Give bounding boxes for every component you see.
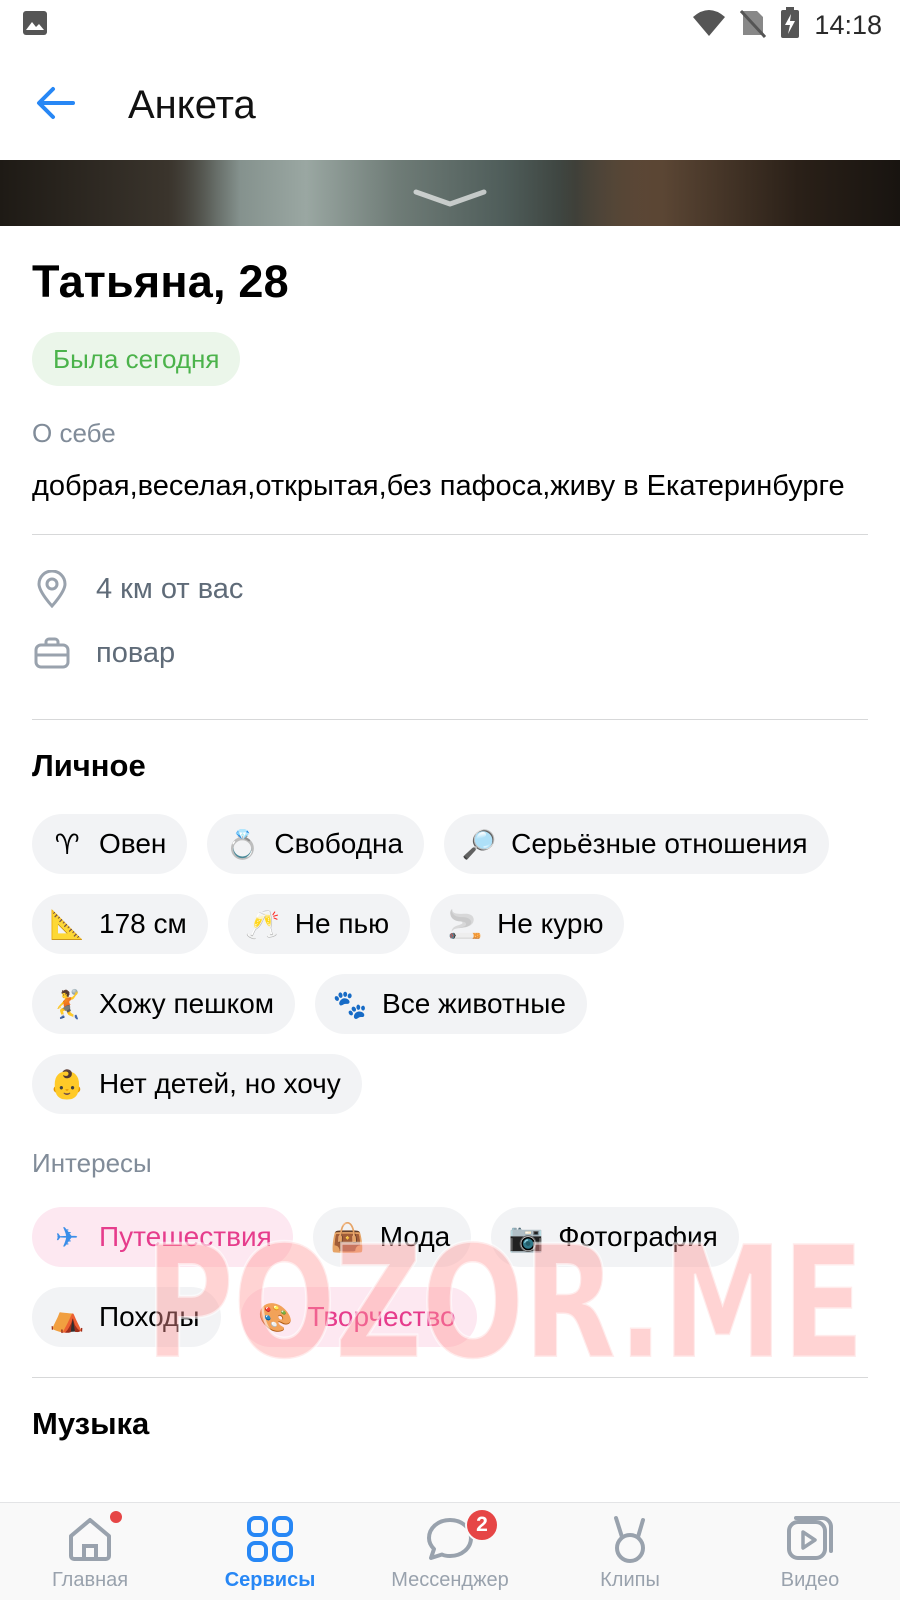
interest-chips: ✈ Путешествия 👜 Мода 📷 Фотография ⛺ Походы 🎨… [32,1207,868,1347]
baby-icon: 👶 [49,1067,85,1101]
magnifier-icon: 🔎 [461,827,497,861]
chip-label: Походы [99,1301,200,1332]
chip-transport: 🤾 Хожу пешком [32,974,296,1034]
briefcase-icon [32,637,72,669]
video-icon [786,1513,834,1565]
chevron-down-icon[interactable] [410,186,490,213]
job-row: повар [32,621,868,685]
chip-label: Овен [99,828,167,859]
chip-height: 📐 178 см [32,894,208,954]
personal-chips: ♈ Овен 💍 Свободна 🔎 Серьёзные отношения 📐 17… [32,814,868,1114]
profile-photo[interactable] [0,160,900,226]
airplane-icon: ✈ [55,1220,79,1254]
distance-text: 4 км от вас [96,572,244,605]
chip-label: Не курю [497,908,604,939]
tab-video[interactable]: Видео [720,1503,900,1600]
clips-icon [608,1513,652,1565]
profile-content: Татьяна, 28 Была сегодня О себе добрая,в… [32,226,868,1442]
cigarette-icon: 🚬 [447,907,483,941]
notification-dot [110,1511,122,1523]
gallery-notification-icon [22,10,48,41]
chip-smoking: 🚬 Не курю [430,894,625,954]
tab-label: Мессенджер [391,1569,509,1591]
arrow-left-icon [35,86,75,125]
chip-label: Все животные [382,988,566,1019]
tab-label: Главная [51,1569,129,1591]
aries-icon: ♈ [54,827,80,861]
chip-label: Серьёзные отношения [511,828,808,859]
tab-label: Сервисы [224,1569,316,1591]
app-bar: Анкета [0,50,900,160]
walking-icon: 🤾 [49,987,85,1021]
tab-services[interactable]: Сервисы [180,1503,360,1600]
camera-icon: 📷 [508,1220,544,1254]
chip-interest-creativity: 🎨 Творчество [240,1287,477,1347]
chip-label: 178 см [99,908,187,939]
ring-icon: 💍 [224,827,260,861]
status-bar: 14:18 [0,0,900,50]
status-time: 14:18 [814,9,882,40]
page-title: Анкета [128,82,256,127]
chip-looking-for: 🔎 Серьёзные отношения [444,814,829,874]
wifi-icon [692,9,726,42]
chip-zodiac: ♈ Овен [32,814,188,874]
chip-label: Мода [379,1221,451,1252]
chip-relationship: 💍 Свободна [207,814,425,874]
divider [32,534,868,535]
paw-icon: 🐾 [332,987,368,1021]
no-sim-icon [740,8,767,43]
tab-clips[interactable]: Клипы [540,1503,720,1600]
unread-badge: 2 [465,1508,499,1542]
back-button[interactable] [0,50,110,160]
chip-label: Свободна [274,828,404,859]
interests-title: Интересы [32,1148,152,1178]
chip-pets: 🐾 Все животные [315,974,587,1034]
palette-icon: 🎨 [258,1300,293,1334]
chip-interest-fashion: 👜 Мода [312,1207,472,1267]
services-icon [246,1513,294,1565]
chip-label: Нет детей, но хочу [99,1068,341,1099]
job-text: повар [96,636,176,669]
handbag-icon: 👜 [330,1220,366,1254]
tab-label: Клипы [600,1569,660,1591]
chip-alcohol: 🥂 Не пью [227,894,411,954]
chip-interest-travel: ✈ Путешествия [32,1207,293,1267]
status-badge: Была сегодня [32,332,241,386]
tab-messenger[interactable]: 2 Мессенджер [360,1503,540,1600]
distance-row: 4 км от вас [32,557,868,621]
ruler-icon: 📐 [49,907,85,941]
about-label: О себе [32,418,116,448]
music-title: Музыка [32,1406,150,1441]
battery-charging-icon [780,6,800,44]
chip-label: Путешествия [99,1221,272,1252]
location-pin-icon [32,570,72,608]
tent-icon: ⛺ [49,1300,85,1334]
divider [32,1377,868,1378]
champagne-icon: 🥂 [245,907,281,941]
divider [32,719,868,720]
chip-interest-photo: 📷 Фотография [491,1207,739,1267]
bottom-tab-bar: Главная Сервисы 2 Мессенджер Клипы Видео [0,1502,900,1600]
home-icon [66,1513,114,1565]
chip-label: Творчество [307,1301,456,1332]
about-text: добрая,веселая,открытая,без пафоса,живу … [32,470,845,502]
tab-label: Видео [780,1569,840,1591]
chip-label: Хожу пешком [99,988,275,1019]
tab-home[interactable]: Главная [0,1503,180,1600]
chip-kids: 👶 Нет детей, но хочу [32,1054,362,1114]
chip-interest-hiking: ⛺ Походы [32,1287,221,1347]
personal-title: Личное [32,748,146,783]
chip-label: Не пью [294,908,390,939]
chip-label: Фотография [558,1221,718,1252]
profile-name: Татьяна, 28 [32,256,289,307]
